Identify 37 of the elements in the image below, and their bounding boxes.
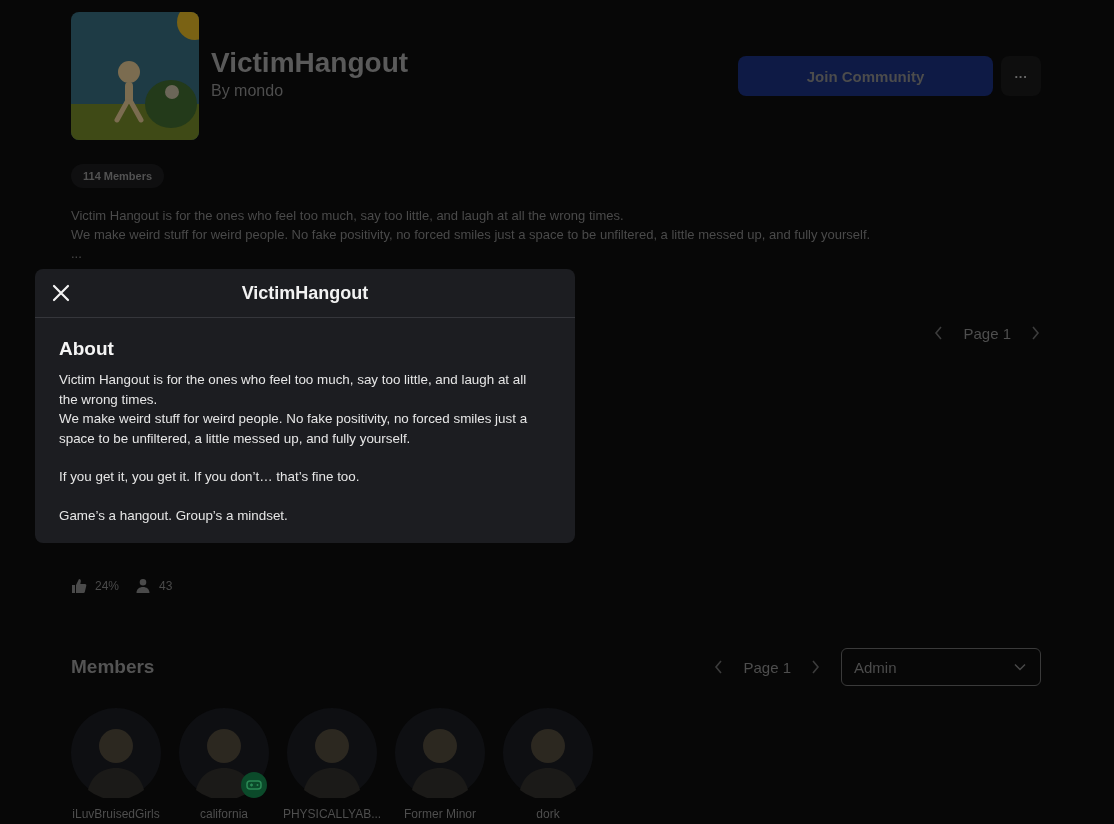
member-name[interactable]: california xyxy=(200,807,248,821)
about-text: If you get it, you get it. If you don’t… that’s fine too. xyxy=(59,468,361,486)
avatar[interactable] xyxy=(395,708,485,798)
member-name[interactable]: PHYSICALLYAB... xyxy=(282,807,382,821)
more-options-button[interactable]: ··· xyxy=(1001,56,1041,96)
dialog-title: VictimHangout xyxy=(241,282,369,304)
close-icon xyxy=(52,284,70,302)
member-name[interactable]: iLuvBruisedGirls xyxy=(72,807,160,821)
thumbs-up-icon xyxy=(71,578,87,594)
about-text: We make weird stuff for weird people. No fake positivity, no forced smiles just a space to be unfiltered, a little messed up, and fully yourself. xyxy=(59,410,529,448)
about-text: Victim Hangout is for the ones who feel too much, say too little, and laugh at all the wrong times. xyxy=(59,371,528,409)
member-name[interactable]: Former Minor xyxy=(404,807,476,821)
role-dropdown[interactable]: Admin xyxy=(841,648,1041,686)
avatar[interactable] xyxy=(179,708,269,798)
member-count-badge: 114 Members xyxy=(71,164,165,188)
page-label: Page 1 xyxy=(963,324,1011,342)
avatar[interactable] xyxy=(503,708,593,798)
stat-value: 24% xyxy=(95,579,120,593)
description-text: ... xyxy=(71,245,83,263)
owner-link[interactable]: By mondo xyxy=(211,82,726,100)
stat-value: 43 xyxy=(159,579,173,593)
about-text: Game’s a hangout. Group’s a mindset. xyxy=(59,506,289,525)
person-icon xyxy=(135,578,152,594)
community-title: VictimHangout xyxy=(211,46,410,80)
caret-icon xyxy=(1014,663,1026,671)
section-heading: Members xyxy=(71,656,155,678)
gamepad-icon xyxy=(241,772,267,798)
about-heading: About xyxy=(59,338,115,360)
description-text: Victim Hangout is for the ones who feel too much, say too little, and laugh at all the wrong times. xyxy=(71,207,625,225)
chevron-right-icon[interactable] xyxy=(809,660,821,674)
page-label: Page 1 xyxy=(743,658,791,676)
chevron-right-icon[interactable] xyxy=(1029,326,1041,340)
avatar[interactable] xyxy=(287,708,377,798)
avatar[interactable] xyxy=(71,708,161,798)
description-text: We make weird stuff for weird people. No fake positivity, no forced smiles just a space to be unfiltered, a little messed up, and fully yourself. xyxy=(71,226,872,244)
join-community-button[interactable]: Join Community xyxy=(738,56,993,96)
member-name[interactable]: dork xyxy=(536,807,560,821)
